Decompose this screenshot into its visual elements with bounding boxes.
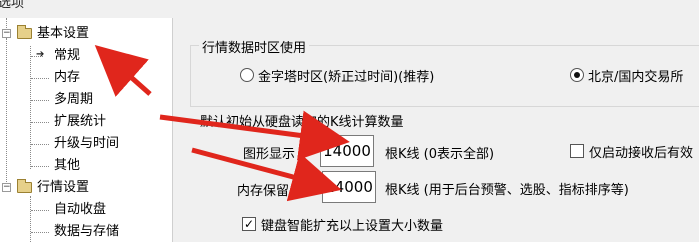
tree-item-general[interactable]: 常规 (54, 46, 80, 66)
folder-icon (17, 25, 32, 39)
timezone-group-title: 行情数据时区使用 (199, 37, 310, 56)
radio-beijing-timezone-label[interactable]: 北京/国内交易所 (588, 66, 683, 85)
graph-display-suffix: 根K线 (0表示全部) (385, 147, 495, 162)
expander-quote-settings[interactable]: − (2, 183, 11, 192)
expander-basic-settings[interactable]: − (2, 29, 11, 38)
tree-item-extended-stats[interactable]: 扩展统计 (54, 112, 106, 132)
panel-divider (172, 18, 173, 242)
tree-item-memory[interactable]: 内存 (54, 68, 80, 88)
settings-tree: − 基本设置 ➔ 常规 内存 多周期 扩展统计 升级与时间 其他 − 行情设置 … (0, 18, 172, 242)
window-title: 选项 (0, 0, 25, 11)
smart-expand-label[interactable]: 键盘智能扩充以上设置大小数量 (261, 215, 443, 234)
tree-group-basic-settings[interactable]: 基本设置 (37, 24, 89, 44)
selected-arrow-icon: ➔ (36, 49, 45, 60)
memory-keep-suffix: 根K线 (用于后台预警、选股、指标排序等) (385, 183, 629, 198)
graph-display-kline-input[interactable]: 14000 (320, 135, 374, 167)
radio-beijing-timezone[interactable] (570, 68, 584, 82)
folder-icon (17, 179, 32, 193)
only-after-receive-checkbox[interactable] (570, 144, 584, 158)
only-after-receive-label[interactable]: 仅启动接收后有效 (589, 142, 693, 161)
tree-item-multi-period[interactable]: 多周期 (54, 90, 93, 110)
radio-pyramid-timezone[interactable] (240, 68, 254, 82)
memory-keep-label: 内存保留 (237, 184, 290, 199)
tree-item-other[interactable]: 其他 (54, 156, 80, 176)
tree-item-data-storage[interactable]: 数据与存储 (54, 222, 119, 242)
kline-section-title: 默认初始从硬盘读取的K线计算数量 (200, 115, 404, 130)
graph-display-label: 图形显示 (243, 147, 296, 162)
radio-pyramid-timezone-label[interactable]: 金字塔时区(矫正过时间)(推荐) (258, 66, 434, 85)
tree-group-quote-settings[interactable]: 行情设置 (37, 178, 89, 198)
tree-item-upgrade-time[interactable]: 升级与时间 (54, 134, 119, 154)
memory-keep-kline-input[interactable]: 14000 (322, 171, 376, 203)
smart-expand-checkbox[interactable]: ✓ (242, 217, 256, 231)
tree-item-auto-close[interactable]: 自动收盘 (54, 200, 106, 220)
